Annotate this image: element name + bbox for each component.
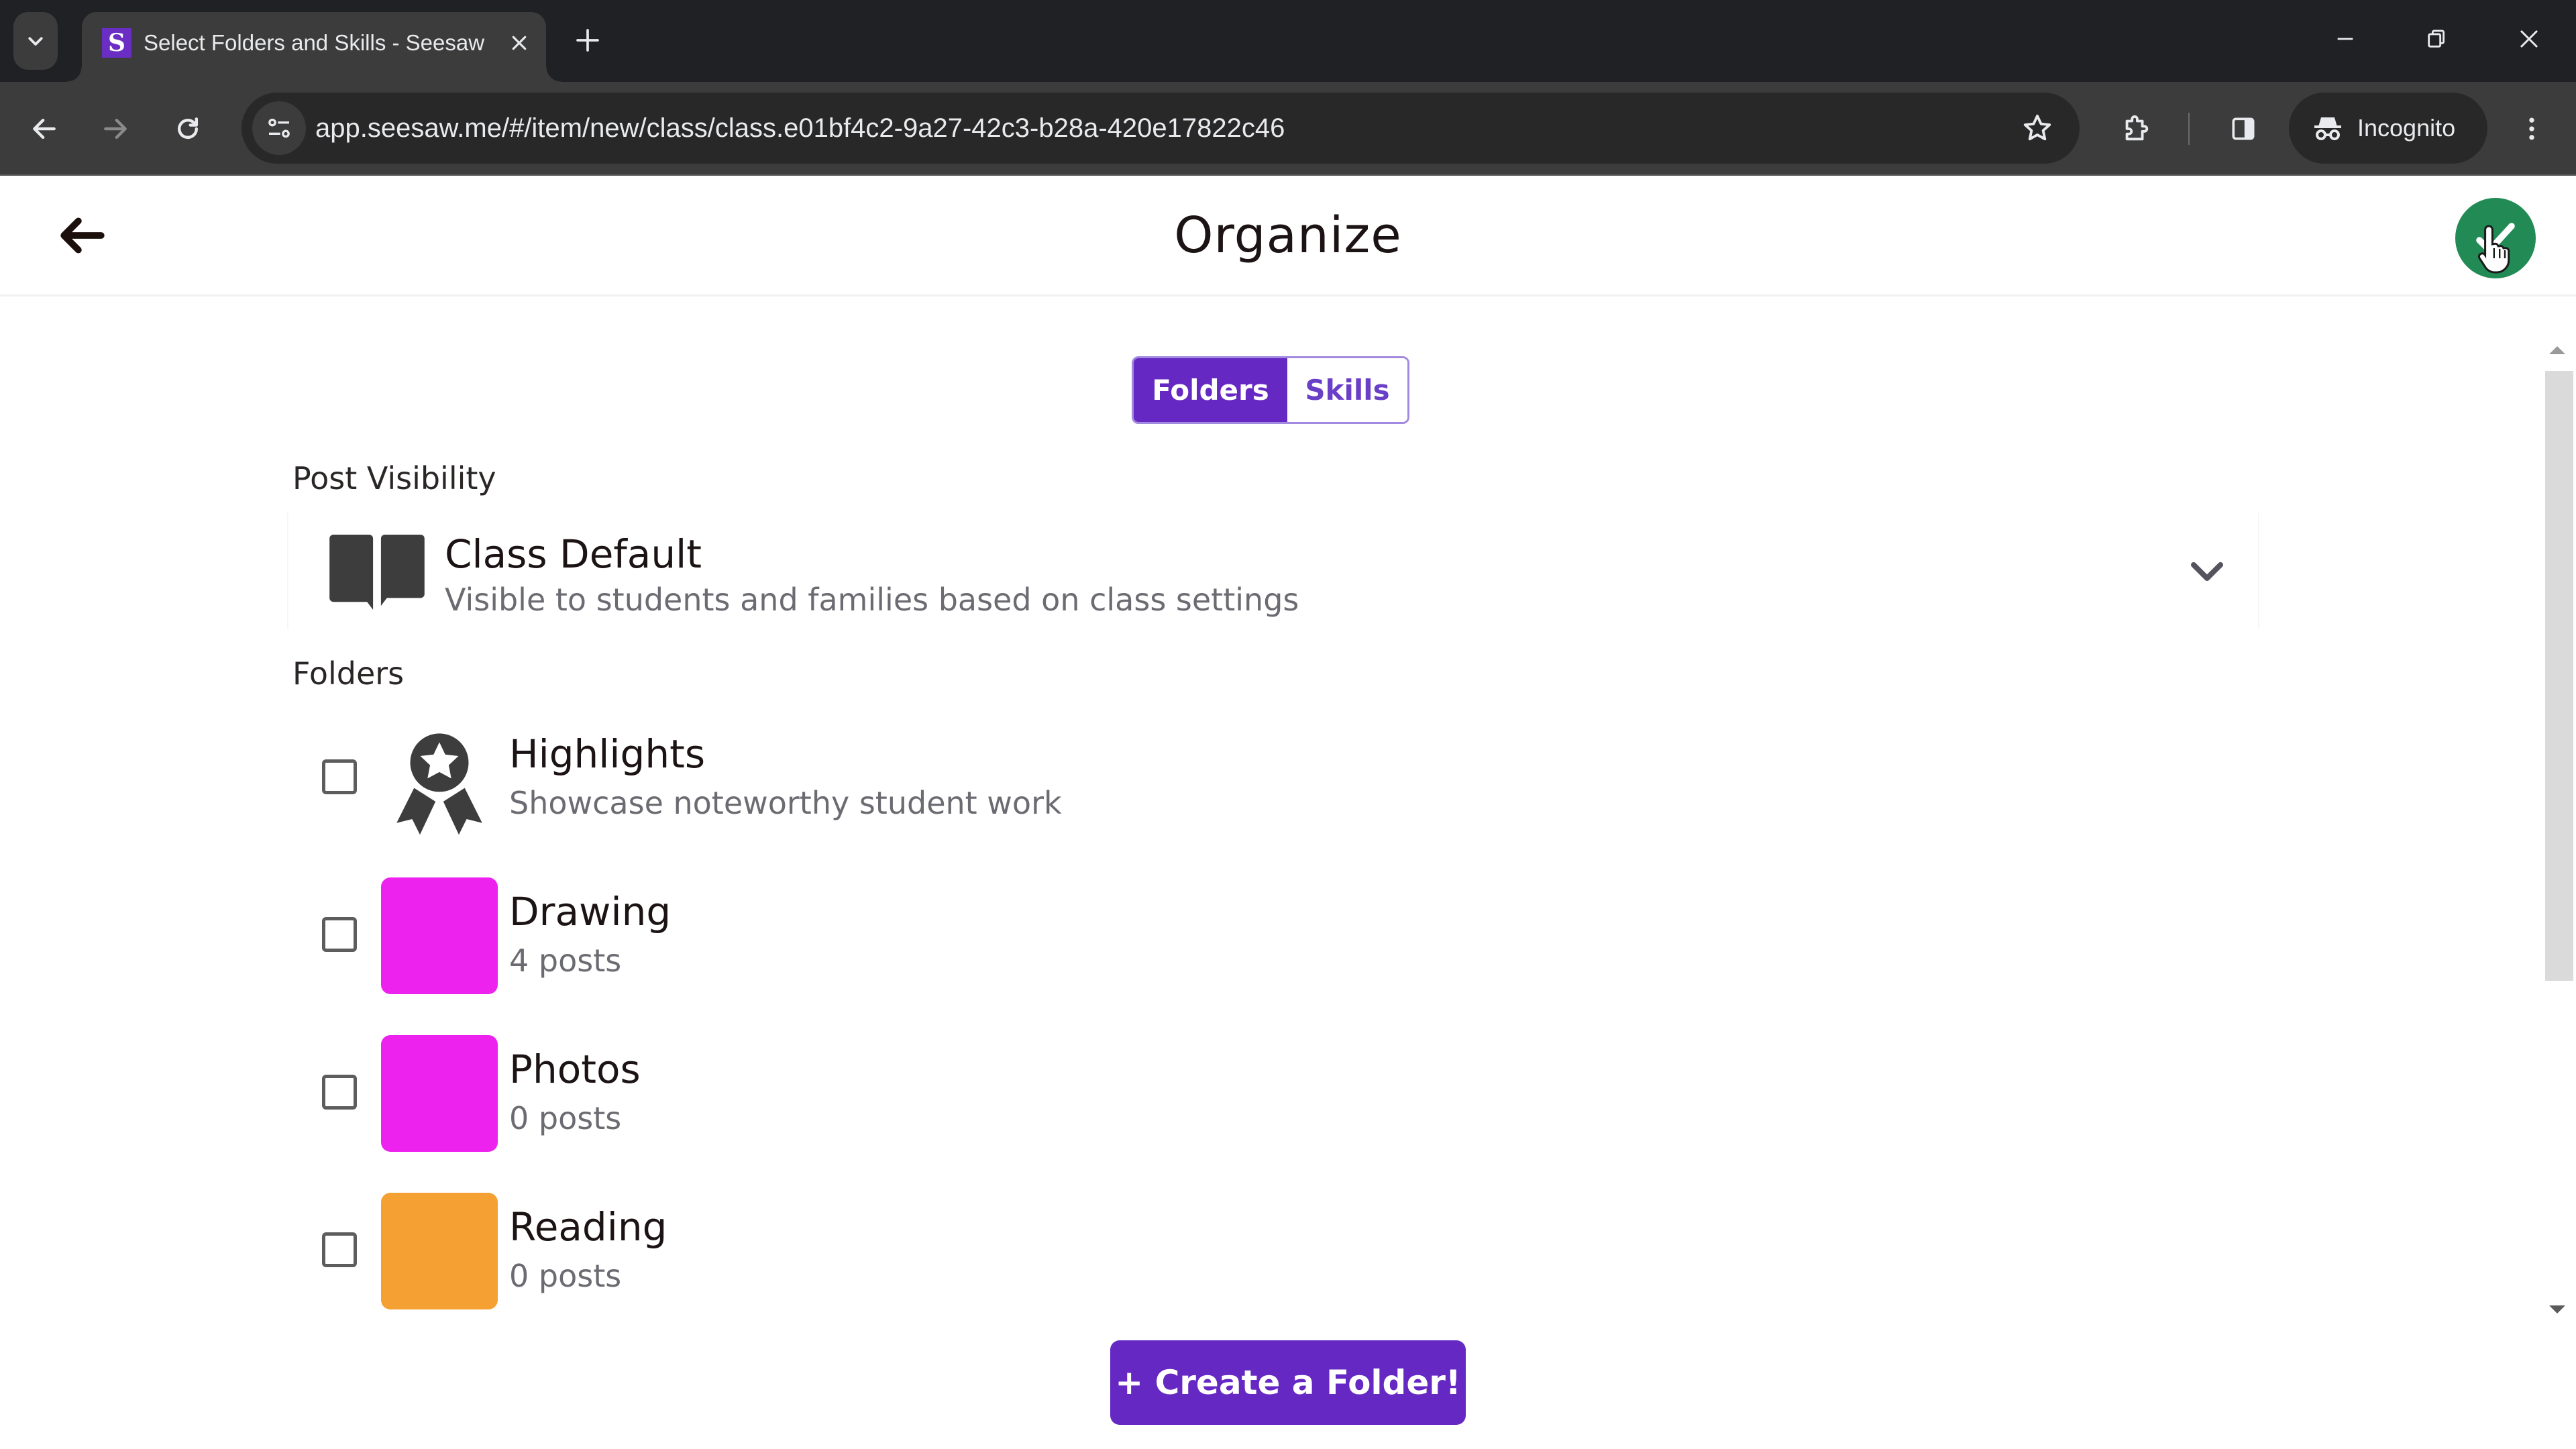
folder-checkbox[interactable] (322, 917, 357, 952)
tab-skills[interactable]: Skills (1287, 358, 1407, 422)
award-ribbon-icon (396, 731, 482, 835)
post-visibility-label: Post Visibility (292, 460, 496, 496)
scroll-up-arrow-icon[interactable] (2549, 346, 2565, 354)
browser-tab-active[interactable]: S Select Folders and Skills - Seesaw (67, 12, 561, 82)
folder-checkbox[interactable] (322, 1075, 357, 1110)
minimize-icon (2337, 38, 2353, 40)
minimize-button[interactable] (2312, 12, 2379, 66)
forward-button[interactable] (89, 102, 142, 156)
open-book-icon (329, 534, 425, 610)
incognito-icon (2314, 117, 2341, 140)
new-tab-button[interactable] (568, 20, 608, 60)
scroll-down-arrow-icon[interactable] (2549, 1305, 2565, 1313)
scrollbar-thumb[interactable] (2545, 371, 2573, 981)
folder-row-drawing[interactable]: Drawing 4 posts (287, 876, 2259, 1010)
folder-post-count: 0 posts (509, 1100, 622, 1136)
folders-skills-toggle: Folders Skills (1132, 356, 1409, 424)
address-bar[interactable]: app.seesaw.me/#/item/new/class/class.e01… (241, 93, 2080, 164)
folder-name: Highlights (509, 731, 706, 777)
browser-tab-strip: S Select Folders and Skills - Seesaw (0, 0, 2576, 82)
folders-section-label: Folders (292, 655, 405, 692)
create-folder-button[interactable]: + Create a Folder! (1110, 1340, 1466, 1425)
site-settings-icon (268, 118, 290, 138)
folder-subtitle: Showcase noteworthy student work (509, 785, 1062, 821)
restore-button[interactable] (2403, 12, 2470, 66)
toolbar-divider (2188, 113, 2190, 145)
folder-row-highlights[interactable]: Highlights Showcase noteworthy student w… (287, 718, 2259, 853)
folder-checkbox[interactable] (322, 759, 357, 794)
site-info-button[interactable] (252, 101, 306, 155)
post-visibility-dropdown[interactable]: Class Default Visible to students and fa… (287, 513, 2259, 629)
folder-row-reading[interactable]: Reading 0 posts (287, 1191, 2259, 1326)
checkmark-icon (2476, 223, 2515, 254)
folder-post-count: 0 posts (509, 1258, 622, 1294)
close-icon (512, 36, 527, 50)
done-button[interactable] (2455, 198, 2536, 278)
restore-icon (2428, 30, 2445, 48)
folder-checkbox[interactable] (322, 1232, 357, 1267)
folder-post-count: 4 posts (509, 943, 622, 979)
kebab-menu-icon (2529, 117, 2534, 140)
bookmark-button[interactable] (2015, 106, 2059, 150)
reload-icon (177, 117, 199, 140)
browser-menu-button[interactable] (2505, 102, 2559, 156)
chevron-down-icon (28, 37, 43, 46)
side-panel-icon (2232, 117, 2255, 140)
visibility-description: Visible to students and families based o… (445, 582, 1299, 618)
tab-close-button[interactable] (502, 25, 537, 60)
page-title: Organize (1174, 207, 1402, 264)
tab-folders[interactable]: Folders (1134, 358, 1287, 422)
plus-icon (576, 29, 599, 52)
folder-name: Reading (509, 1204, 667, 1250)
visibility-title: Class Default (445, 531, 702, 577)
incognito-profile-button[interactable]: Incognito (2289, 93, 2487, 164)
incognito-label: Incognito (2357, 114, 2456, 142)
close-icon (2520, 30, 2538, 48)
close-window-button[interactable] (2496, 12, 2563, 66)
folder-color-swatch (381, 1035, 498, 1152)
arrow-left-icon (33, 118, 56, 140)
folder-name: Drawing (509, 889, 672, 934)
folder-row-photos[interactable]: Photos 0 posts (287, 1034, 2259, 1168)
folder-color-swatch (381, 1193, 498, 1309)
tab-search-button[interactable] (13, 12, 58, 70)
seesaw-logo-icon: S (102, 28, 131, 58)
tab-title: Select Folders and Skills - Seesaw (144, 30, 485, 55)
extensions-button[interactable] (2109, 102, 2163, 156)
visibility-dropdown-toggle[interactable] (2187, 553, 2227, 590)
folder-color-swatch (381, 877, 498, 994)
app-header: Organize (0, 176, 2576, 297)
arrow-right-icon (104, 118, 127, 140)
reload-button[interactable] (161, 102, 215, 156)
url-text[interactable]: app.seesaw.me/#/item/new/class/class.e01… (315, 110, 1285, 146)
chevron-down-icon (2191, 562, 2223, 581)
back-button[interactable] (17, 102, 71, 156)
puzzle-piece-icon (2125, 115, 2149, 141)
star-icon (2023, 114, 2051, 141)
side-panel-button[interactable] (2216, 102, 2270, 156)
browser-toolbar: app.seesaw.me/#/item/new/class/class.e01… (0, 82, 2576, 176)
folder-name: Photos (509, 1046, 641, 1092)
